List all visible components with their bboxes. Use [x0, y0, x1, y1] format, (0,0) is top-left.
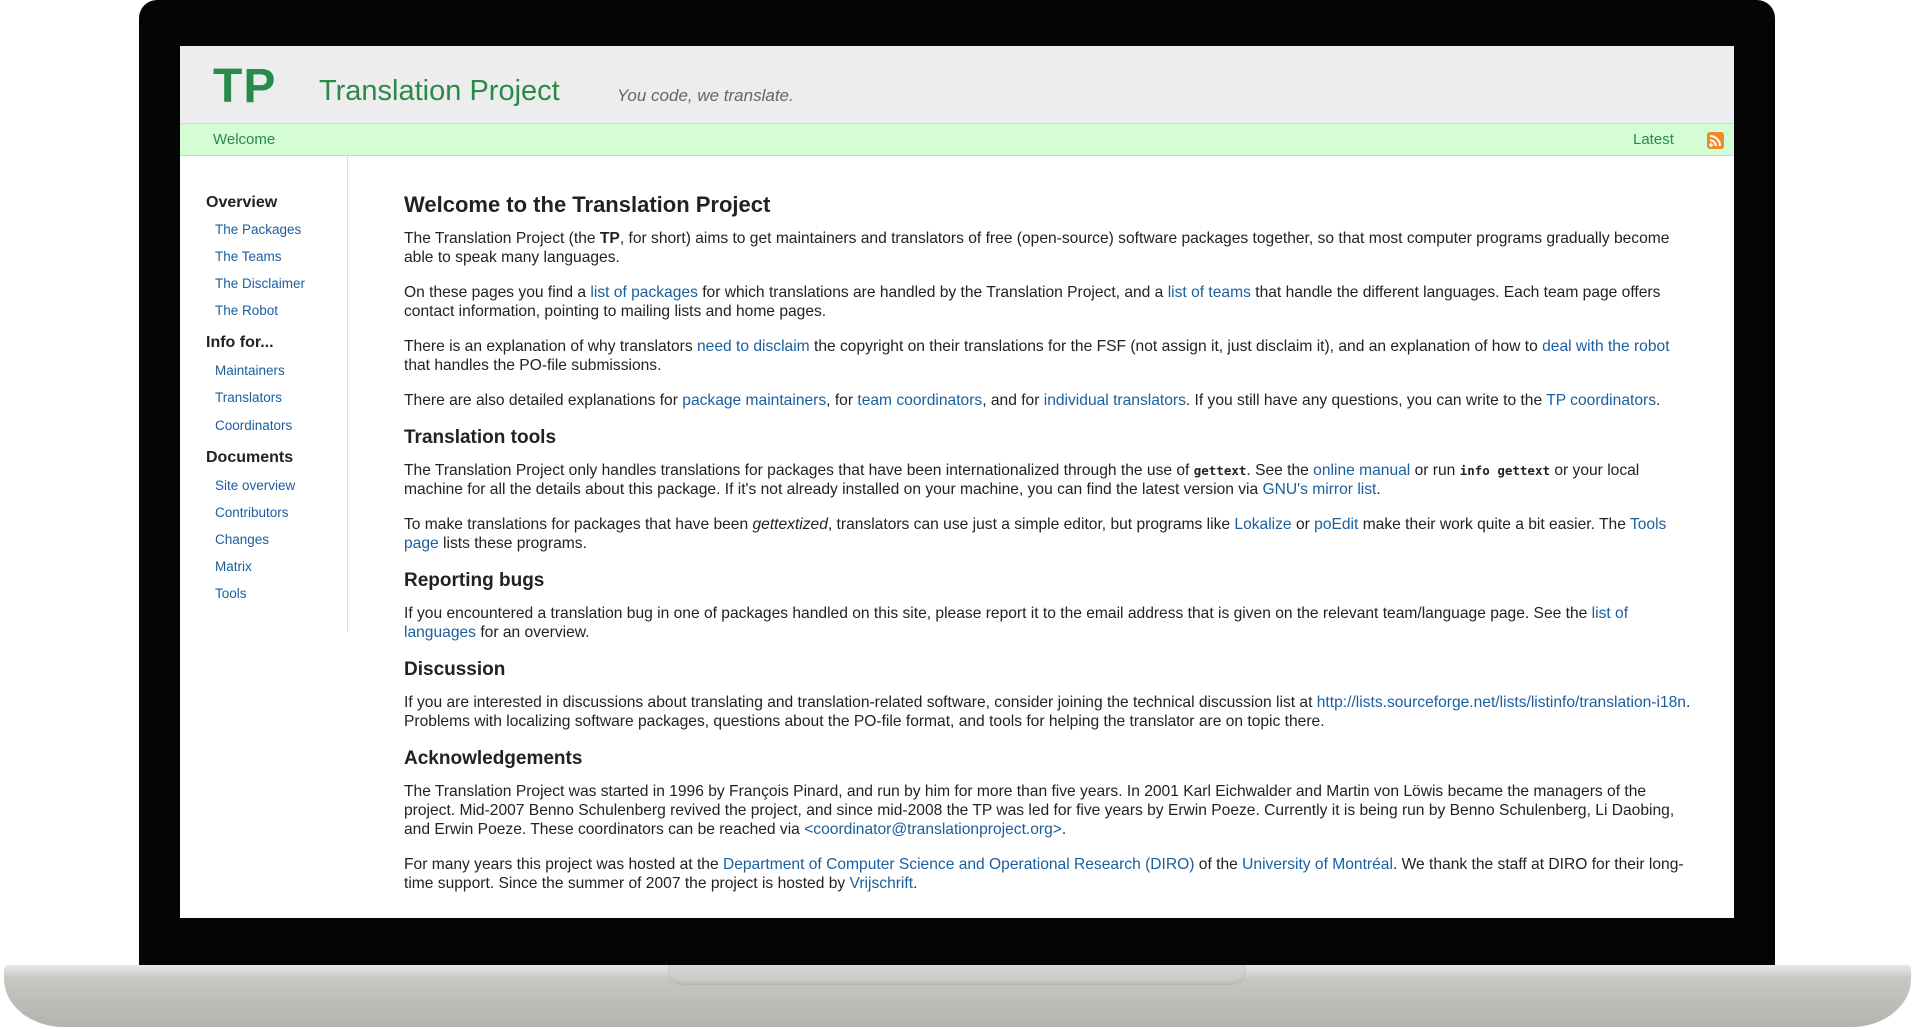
tools-paragraph-1: The Translation Project only handles tra…	[404, 462, 1640, 498]
sidebar-item-disclaimer[interactable]: The Disclaimer	[215, 276, 305, 291]
discussion-list-link[interactable]: http://lists.sourceforge.net/lists/listi…	[1317, 694, 1686, 711]
bugs-paragraph: If you encountered a translation bug in …	[404, 605, 1629, 641]
tools-paragraph-2: To make translations for packages that h…	[404, 516, 1667, 552]
pages-paragraph: On these pages you find a list of packag…	[404, 284, 1661, 320]
site-logo[interactable]: TP	[213, 59, 276, 114]
lokalize-link[interactable]: Lokalize	[1234, 516, 1291, 533]
site-header: TP Translation Project You code, we tran…	[180, 46, 1734, 124]
sidebar-item-robot[interactable]: The Robot	[215, 303, 278, 318]
list-of-teams-link[interactable]: list of teams	[1168, 284, 1251, 301]
sidebar-item-packages[interactable]: The Packages	[215, 222, 301, 237]
university-montreal-link[interactable]: University of Montréal	[1242, 856, 1393, 873]
coordinator-email-link[interactable]: <coordinator@translationproject.org>	[804, 821, 1062, 838]
diro-link[interactable]: Department of Computer Science and Opera…	[723, 856, 1195, 873]
list-of-packages-link[interactable]: list of packages	[590, 284, 697, 301]
nav-latest-link[interactable]: Latest	[1633, 131, 1674, 148]
nav-welcome-link[interactable]: Welcome	[213, 131, 275, 148]
page-title: Welcome to the Translation Project	[404, 192, 771, 217]
acknowledgements-paragraph-1: The Translation Project was started in 1…	[404, 783, 1675, 838]
rss-icon[interactable]	[1707, 132, 1724, 149]
discussion-paragraph: If you are interested in discussions abo…	[404, 694, 1691, 730]
intro-paragraph: The Translation Project (the TP, for sho…	[404, 230, 1670, 266]
reporting-bugs-heading: Reporting bugs	[404, 570, 545, 591]
translation-tools-heading: Translation tools	[404, 427, 557, 448]
package-maintainers-link[interactable]: package maintainers	[682, 392, 826, 409]
sidebar-heading-info: Info for...	[206, 334, 274, 351]
acknowledgements-heading: Acknowledgements	[404, 748, 583, 769]
deal-with-robot-link[interactable]: deal with the robot	[1542, 338, 1669, 355]
top-nav: Welcome Latest	[180, 124, 1734, 156]
laptop-opening-notch	[668, 965, 1246, 985]
need-to-disclaim-link[interactable]: need to disclaim	[697, 338, 810, 355]
team-coordinators-link[interactable]: team coordinators	[857, 392, 982, 409]
gnu-mirror-list-link[interactable]: GNU's mirror list	[1263, 481, 1377, 498]
sidebar-item-maintainers[interactable]: Maintainers	[215, 363, 285, 378]
browser-viewport: TP Translation Project You code, we tran…	[180, 46, 1734, 918]
sidebar-item-contributors[interactable]: Contributors	[215, 505, 289, 520]
sidebar-item-site-overview[interactable]: Site overview	[215, 478, 295, 493]
disclaim-paragraph: There is an explanation of why translato…	[404, 338, 1670, 374]
sidebar-heading-overview: Overview	[206, 194, 278, 211]
main-content: Welcome to the Translation Project The T…	[404, 192, 1694, 909]
site-tagline: You code, we translate.	[617, 86, 794, 105]
discussion-heading: Discussion	[404, 659, 506, 680]
site-title[interactable]: Translation Project	[319, 75, 560, 108]
sidebar-item-tools[interactable]: Tools	[215, 586, 247, 601]
sidebar-item-changes[interactable]: Changes	[215, 532, 269, 547]
sidebar-item-translators[interactable]: Translators	[215, 390, 282, 405]
online-manual-link[interactable]: online manual	[1313, 462, 1410, 479]
acknowledgements-paragraph-2: For many years this project was hosted a…	[404, 856, 1684, 892]
sidebar-item-coordinators[interactable]: Coordinators	[215, 418, 292, 433]
individual-translators-link[interactable]: individual translators	[1044, 392, 1186, 409]
sidebar-item-matrix[interactable]: Matrix	[215, 559, 252, 574]
poedit-link[interactable]: poEdit	[1314, 516, 1358, 533]
tp-coordinators-link[interactable]: TP coordinators	[1546, 392, 1656, 409]
sidebar-item-teams[interactable]: The Teams	[215, 249, 282, 264]
vrijschrift-link[interactable]: Vrijschrift	[850, 875, 914, 892]
laptop-base	[0, 965, 1915, 1030]
explanations-paragraph: There are also detailed explanations for…	[404, 392, 1661, 409]
sidebar-heading-documents: Documents	[206, 449, 294, 466]
sidebar: Overview The Packages The Teams The Disc…	[180, 156, 348, 632]
